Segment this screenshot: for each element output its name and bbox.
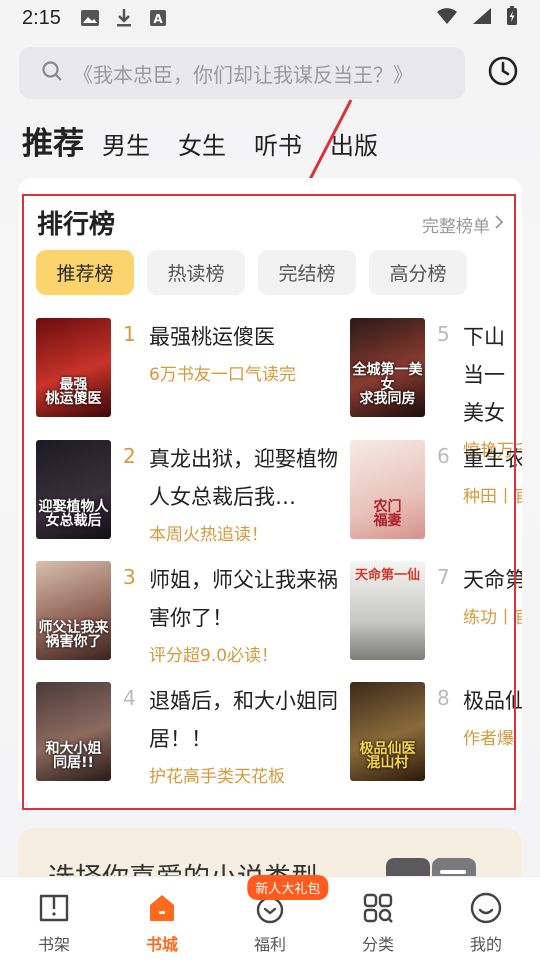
sub-tab-high-score[interactable]: 高分榜 — [369, 250, 467, 295]
book-name: 最强桃运傻医 — [149, 325, 275, 349]
book-item[interactable]: 最强 桃运傻医 1 最强桃运傻医 6万书友一口气读完 — [36, 318, 346, 417]
book-name: 师姐，师父让我来祸害你了！ — [149, 568, 338, 630]
book-name: 真龙出狱，迎娶植物人女总裁后我… — [149, 447, 338, 509]
book-rank: 8 — [437, 686, 450, 710]
nav-category[interactable]: 分类 — [324, 877, 432, 960]
full-ranking-label: 完整榜单 — [422, 217, 490, 237]
nav-bookstore[interactable]: 书城 — [108, 877, 216, 960]
book-cover: 最强 桃运傻医 — [36, 318, 111, 417]
full-ranking-link[interactable]: 完整榜单 — [422, 212, 504, 237]
new-user-gift-badge: 新人大礼包 — [247, 875, 329, 900]
book-cover: 极品仙医 混山村 — [350, 682, 425, 781]
book-cover-title: 和大小姐 同居!! — [45, 740, 102, 772]
book-cover-title: 师父让我来 祸害你了 — [38, 619, 109, 651]
book-rank: 7 — [437, 565, 450, 589]
book-tag: 种田丨官 — [463, 487, 522, 507]
book-rank: 2 — [123, 444, 136, 468]
book-name: 下山当一美女 — [463, 325, 505, 425]
book-cover-title: 极品仙医 混山村 — [359, 740, 416, 772]
ranking-book-list: 最强 桃运傻医 1 最强桃运傻医 6万书友一口气读完 迎娶植物人 女总裁后 2 … — [36, 318, 522, 808]
book-tag: 评分超9.0必读！ — [149, 646, 279, 666]
book-rank: 3 — [123, 565, 136, 589]
ranking-card: 排行榜 完整榜单 推荐榜 热读榜 完结榜 高分榜 最强 桃运傻医 1 最强桃运傻… — [18, 178, 522, 810]
bottom-nav: 书架 书城 新人大礼包 福利 分类 我的 — [0, 875, 540, 960]
nav-label: 书架 — [37, 935, 70, 954]
nav-welfare[interactable]: 新人大礼包 福利 — [216, 875, 329, 960]
book-rank: 4 — [123, 686, 136, 710]
nav-label: 我的 — [469, 935, 502, 954]
book-cover: 迎娶植物人 女总裁后 — [36, 440, 111, 539]
book-tag: 6万书友一口气读完 — [149, 365, 296, 385]
sub-tab-hot[interactable]: 热读榜 — [147, 250, 245, 295]
sub-tab-recommend[interactable]: 推荐榜 — [36, 250, 134, 295]
book-icon — [37, 891, 71, 925]
smiley-profile-icon — [469, 891, 503, 925]
nav-bookshelf[interactable]: 书架 — [0, 877, 108, 960]
book-rank: 6 — [437, 444, 450, 468]
chevron-right-icon — [494, 214, 504, 235]
book-cover-title: 迎娶植物人 女总裁后 — [38, 498, 109, 530]
book-cover: 天命第一仙 — [350, 561, 425, 660]
nav-label: 分类 — [361, 935, 394, 954]
book-item[interactable]: 天命第一仙 7 天命第 练功丨官 — [350, 561, 522, 660]
book-item[interactable]: 和大小姐 同居!! 4 退婚后，和大小姐同居！！ 护花高手类天花板 — [36, 682, 346, 787]
book-cover: 师父让我来 祸害你了 — [36, 561, 111, 660]
book-cover-title: 农门 福妻 — [373, 498, 402, 530]
book-cover-title: 天命第一仙 — [354, 568, 420, 583]
book-cover-title: 全城第一美女 求我同房 — [352, 361, 423, 408]
book-item[interactable]: 农门 福妻 6 重生农 种田丨官 — [350, 440, 522, 539]
book-cover-title: 最强 桃运傻医 — [45, 376, 102, 408]
category-grid-icon — [361, 891, 395, 925]
ranking-sub-tabs: 推荐榜 热读榜 完结榜 高分榜 — [36, 250, 467, 295]
book-name: 极品仙 — [463, 689, 522, 713]
book-tag: 本周火热追读！ — [149, 525, 268, 545]
book-item[interactable]: 极品仙医 混山村 8 极品仙 作者爆 — [350, 682, 522, 781]
ranking-title: 排行榜 — [37, 210, 116, 240]
nav-label: 福利 — [253, 935, 286, 954]
book-name: 退婚后，和大小姐同居！！ — [149, 689, 338, 751]
book-item[interactable]: 迎娶植物人 女总裁后 2 真龙出狱，迎娶植物人女总裁后我… 本周火热追读！ — [36, 440, 346, 545]
nav-label: 书城 — [145, 935, 178, 954]
book-cover: 全城第一美女 求我同房 — [350, 318, 425, 417]
book-name: 天命第 — [463, 568, 522, 592]
book-tag: 护花高手类天花板 — [149, 767, 285, 787]
nav-profile[interactable]: 我的 — [432, 877, 540, 960]
book-cover: 和大小姐 同居!! — [36, 682, 111, 781]
home-icon — [145, 891, 179, 925]
book-rank: 1 — [123, 322, 136, 346]
book-name: 重生农 — [463, 447, 522, 471]
book-tag: 练功丨官 — [463, 608, 522, 628]
book-cover: 农门 福妻 — [350, 440, 425, 539]
book-item[interactable]: 师父让我来 祸害你了 3 师姐，师父让我来祸害你了！ 评分超9.0必读！ — [36, 561, 346, 666]
sub-tab-finished[interactable]: 完结榜 — [258, 250, 356, 295]
book-tag: 作者爆 — [463, 729, 514, 749]
